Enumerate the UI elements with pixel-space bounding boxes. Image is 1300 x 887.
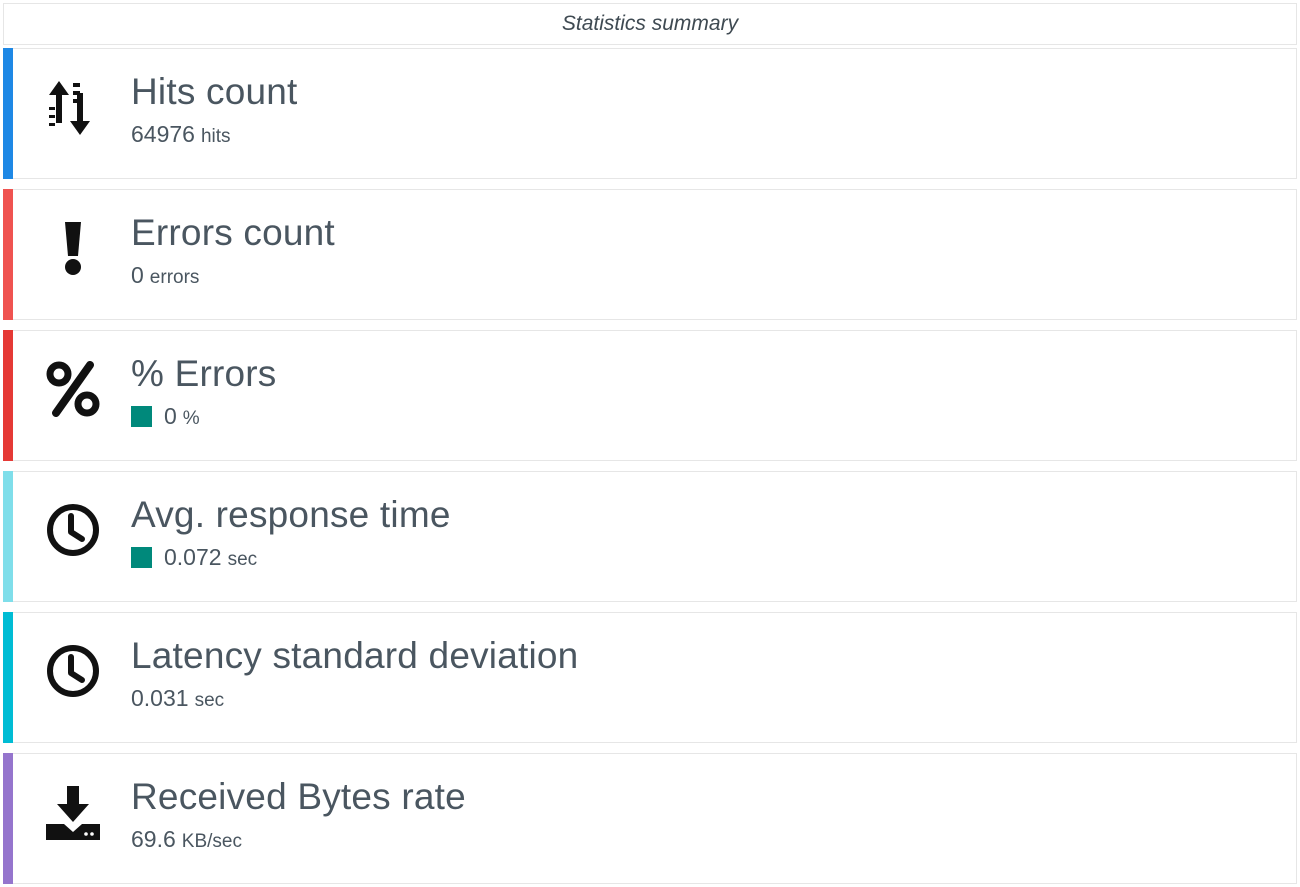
card-unit: sec <box>194 690 225 711</box>
card-label: Latency standard deviation <box>131 635 579 676</box>
card-unit: sec <box>227 549 258 570</box>
card-label: % Errors <box>131 353 277 394</box>
card-unit: % <box>182 408 200 429</box>
card-unit: hits <box>200 126 231 147</box>
clock-icon <box>41 498 105 562</box>
panel-title: Statistics summary <box>3 3 1297 45</box>
card-value: 69.6 <box>131 826 176 852</box>
card-value: 0 <box>164 403 177 429</box>
card-accent-bar <box>3 330 13 461</box>
card-accent-bar <box>3 471 13 602</box>
received-bytes-rate-card: Received Bytes rate 69.6 KB/sec <box>3 753 1297 884</box>
download-icon <box>41 780 105 844</box>
card-label: Hits count <box>131 71 298 112</box>
card-value-row: 69.6 KB/sec <box>131 826 242 853</box>
status-swatch <box>131 406 152 427</box>
card-value-row: 0 errors <box>131 262 199 289</box>
latency-std-dev-card: Latency standard deviation 0.031 sec <box>3 612 1297 743</box>
card-label: Received Bytes rate <box>131 776 466 817</box>
sort-arrows-icon <box>41 75 105 139</box>
card-value: 0.072 <box>164 544 222 570</box>
percent-errors-card: % Errors 0 % <box>3 330 1297 461</box>
card-label: Avg. response time <box>131 494 451 535</box>
card-value: 64976 <box>131 121 195 147</box>
card-accent-bar <box>3 48 13 179</box>
errors-count-card: Errors count 0 errors <box>3 189 1297 320</box>
card-accent-bar <box>3 189 13 320</box>
card-value-row: 0 % <box>131 403 200 430</box>
hits-count-card: Hits count 64976 hits <box>3 48 1297 179</box>
card-value-row: 0.031 sec <box>131 685 224 712</box>
card-accent-bar <box>3 612 13 743</box>
card-value-row: 0.072 sec <box>131 544 257 571</box>
card-value-row: 64976 hits <box>131 121 231 148</box>
card-label: Errors count <box>131 212 335 253</box>
percent-icon <box>41 357 105 421</box>
statistics-summary-panel: Statistics summary Hits count 64976 hits… <box>0 0 1300 887</box>
card-value: 0 <box>131 262 144 288</box>
card-accent-bar <box>3 753 13 884</box>
status-swatch <box>131 547 152 568</box>
clock-icon <box>41 639 105 703</box>
exclamation-icon <box>41 216 105 280</box>
avg-response-time-card: Avg. response time 0.072 sec <box>3 471 1297 602</box>
card-value: 0.031 <box>131 685 189 711</box>
card-unit: errors <box>149 267 200 288</box>
card-unit: KB/sec <box>181 831 242 852</box>
